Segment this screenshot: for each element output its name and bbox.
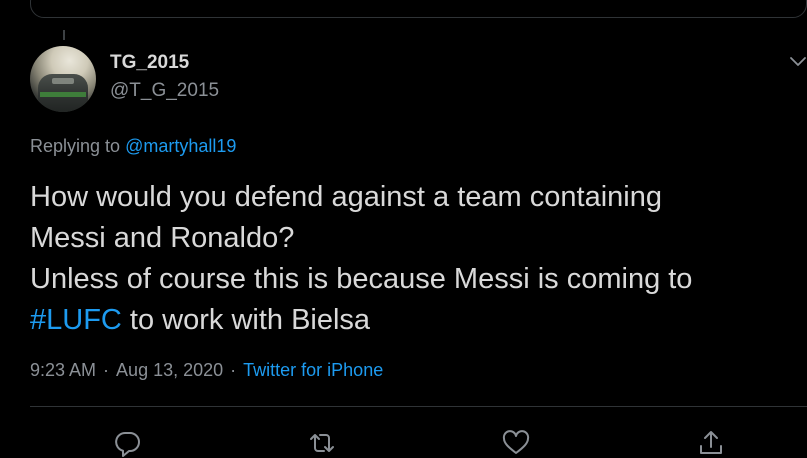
share-button[interactable]: [696, 428, 726, 458]
more-options-chevron-icon[interactable]: [789, 55, 807, 69]
thread-connector-line: [63, 30, 65, 40]
tweet-text-line: How would you defend against a team cont…: [30, 181, 662, 213]
avatar[interactable]: [30, 46, 96, 112]
author-handle[interactable]: @T_G_2015: [110, 80, 219, 102]
actions-divider: [30, 406, 807, 407]
tweet-text-line: Messi and Ronaldo?: [30, 222, 295, 254]
author-display-name[interactable]: TG_2015: [110, 52, 189, 74]
replying-to-mention-link[interactable]: @martyhall19: [125, 136, 236, 156]
replying-to-prefix: Replying to: [30, 136, 121, 156]
retweet-button[interactable]: [307, 428, 337, 458]
like-button[interactable]: [501, 428, 531, 458]
meta-separator: ·: [103, 360, 110, 380]
share-icon: [700, 431, 722, 454]
hashtag-link[interactable]: #LUFC: [30, 304, 122, 336]
heart-icon: [502, 430, 530, 454]
retweet-icon: [310, 434, 334, 452]
reply-icon: [115, 431, 140, 457]
meta-separator: ·: [230, 360, 237, 380]
tweet-source-link[interactable]: Twitter for iPhone: [243, 360, 383, 380]
tweet-text-line: #LUFC to work with Bielsa: [30, 300, 790, 341]
replying-to-line: Replying to @martyhall19: [30, 136, 236, 157]
tweet-time[interactable]: 9:23 AM: [30, 360, 96, 380]
tweet-body: How would you defend against a team cont…: [30, 177, 790, 341]
previous-tweet-card[interactable]: [30, 0, 807, 18]
tweet-text-line: Unless of course this is because Messi i…: [30, 263, 693, 295]
avatar-shirt-stripe: [40, 92, 86, 97]
reply-button[interactable]: [113, 428, 143, 458]
tweet-text-rest: to work with Bielsa: [121, 304, 371, 336]
avatar-shirt-print: [52, 78, 74, 84]
tweet-date[interactable]: Aug 13, 2020: [116, 360, 223, 380]
tweet-detail-page: TG_2015 @T_G_2015 Replying to @martyhall…: [0, 0, 807, 458]
tweet-meta: 9:23 AM · Aug 13, 2020 · Twitter for iPhone: [30, 360, 383, 381]
